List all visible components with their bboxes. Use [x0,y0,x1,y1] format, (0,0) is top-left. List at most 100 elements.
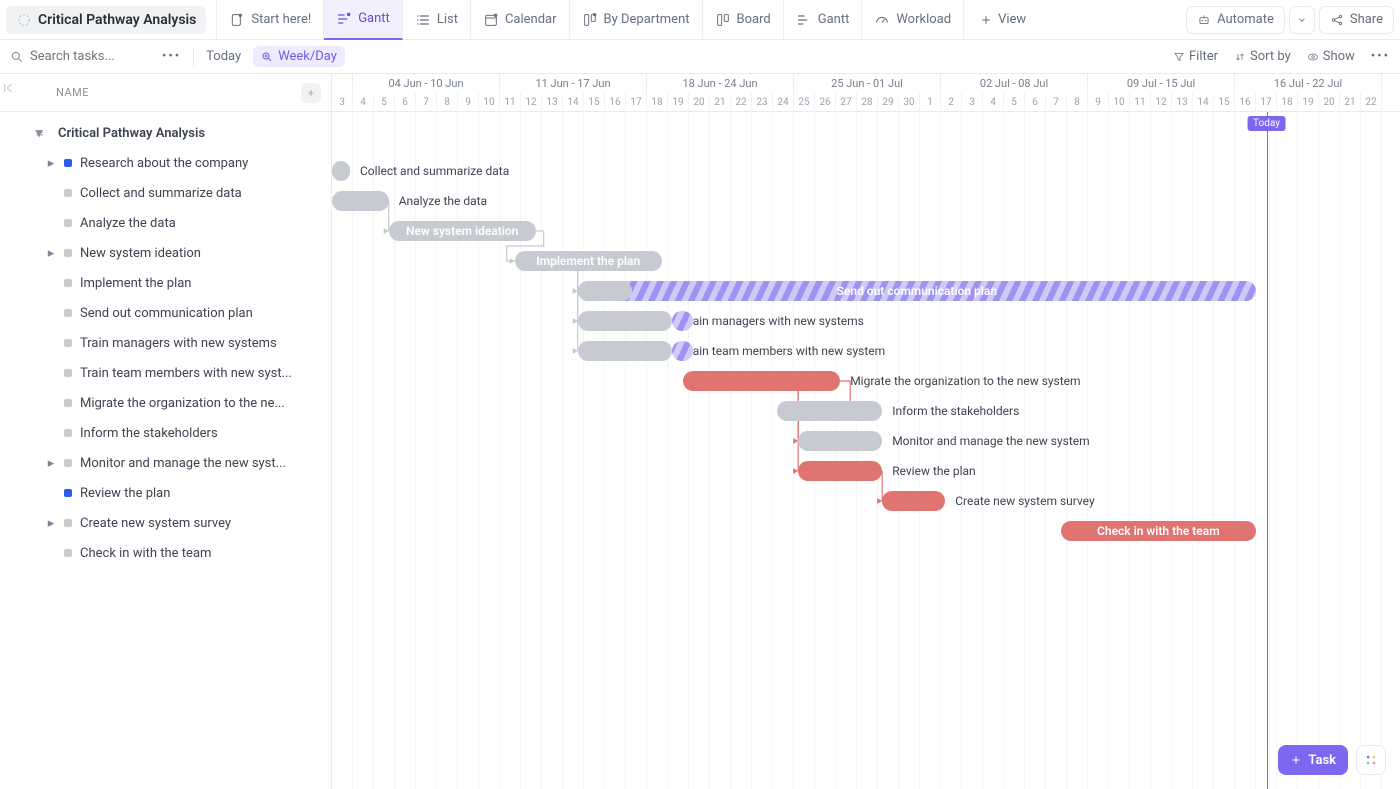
day-header: 18 [1277,93,1298,112]
tree-item[interactable]: Check in with the team [0,538,331,568]
view-gantt2[interactable]: Gantt [784,0,863,40]
gantt-bar[interactable] [578,281,633,301]
day-header: 20 [689,93,710,112]
collapse-sidebar-icon[interactable] [2,80,18,100]
tree-item[interactable]: Train managers with new systems [0,328,331,358]
gantt-bar[interactable]: Collect and summarize data [332,161,350,181]
tree-item[interactable]: Train team members with new syst... [0,358,331,388]
tree-item[interactable]: Collect and summarize data [0,178,331,208]
day-header: 7 [416,93,437,112]
gantt-bar[interactable]: Implement the plan [515,251,662,271]
view-start-here[interactable]: Start here! [216,0,324,40]
view-list[interactable]: List [403,0,471,40]
tree-item[interactable]: ▸Research about the company [0,148,331,178]
day-header: 14 [563,93,584,112]
gantt-bar[interactable] [672,341,693,361]
search-input[interactable] [30,49,150,64]
day-header: 21 [1340,93,1361,112]
search-field[interactable] [10,49,150,64]
gantt-pin-icon [336,11,352,27]
view-more-icon[interactable]: ••• [1371,49,1390,64]
tree-item[interactable]: Analyze the data [0,208,331,238]
day-header: 8 [437,93,458,112]
tree-item[interactable]: Review the plan [0,478,331,508]
day-header: 17 [626,93,647,112]
automate-button[interactable]: Automate [1186,6,1285,34]
today-button[interactable]: Today [206,49,241,64]
day-header: 16 [605,93,626,112]
sortby-button[interactable]: Sort by [1234,49,1291,64]
tree-item[interactable]: Migrate the organization to the ne... [0,388,331,418]
sortby-label: Sort by [1250,49,1291,64]
day-header: 22 [731,93,752,112]
view-gantt-active[interactable]: Gantt [324,0,403,40]
view-label: Gantt [818,12,850,27]
tree-item[interactable]: ▸Monitor and manage the new syst... [0,448,331,478]
gantt-bar[interactable]: Migrate the organization to the new syst… [683,371,841,391]
gantt-bar[interactable]: Monitor and manage the new system [798,431,882,451]
day-header: 10 [479,93,500,112]
zoom-weekday-pill[interactable]: Week/Day [253,46,345,67]
show-button[interactable]: Show [1307,49,1355,64]
zoom-icon [261,51,273,63]
day-header: 20 [1319,93,1340,112]
gantt-bar[interactable]: Check in with the team [1061,521,1256,541]
view-label: By Department [604,12,690,27]
tree-item[interactable]: ▸Create new system survey [0,508,331,538]
view-board[interactable]: Board [703,0,784,40]
day-header: 19 [1298,93,1319,112]
share-icon [1330,13,1344,27]
tree-root[interactable]: ▾≡Critical Pathway Analysis [0,118,331,148]
view-workload[interactable]: Workload [862,0,964,40]
zoom-label: Week/Day [278,49,337,64]
gantt-bar[interactable] [672,311,693,331]
gantt-bar[interactable]: Analyze the data [332,191,389,211]
share-button[interactable]: Share [1319,6,1394,34]
filter-button[interactable]: Filter [1173,49,1218,64]
automate-dropdown[interactable] [1289,6,1315,34]
filter-label: Filter [1189,49,1218,64]
bar-label: Implement the plan [528,254,648,268]
view-by-department[interactable]: By Department [570,0,703,40]
add-view-label: View [998,12,1026,27]
day-header: 2 [941,93,962,112]
new-task-button[interactable]: Task [1278,745,1348,775]
day-header: 27 [836,93,857,112]
gantt-bar[interactable]: Inform the stakeholders [777,401,882,421]
apps-button[interactable] [1356,745,1386,775]
gantt-bar[interactable]: Create new system survey [882,491,945,511]
day-header: 15 [1214,93,1235,112]
tree-item[interactable]: Send out communication plan [0,298,331,328]
day-header: 26 [815,93,836,112]
tree-item[interactable]: ▸New system ideation [0,238,331,268]
doc-pin-icon [229,12,245,28]
gantt-bar[interactable]: Send out communication plan [578,281,1256,301]
tree-item[interactable]: Implement the plan [0,268,331,298]
week-header: 16 Jul - 22 Jul [1235,74,1382,93]
day-header: 9 [458,93,479,112]
gantt-bar[interactable]: New system ideation [389,221,536,241]
gantt-bar[interactable]: Review the plan [798,461,882,481]
search-more-icon[interactable]: ••• [162,49,181,64]
sort-icon [1234,51,1246,63]
add-view-button[interactable]: View [968,12,1038,27]
add-column-button[interactable] [301,83,321,103]
divider [193,48,194,66]
space-selector[interactable]: Critical Pathway Analysis [6,6,206,34]
day-header: 12 [1151,93,1172,112]
day-header: 10 [1109,93,1130,112]
gantt-bar[interactable]: Train managers with new systems [578,311,673,331]
day-header: 24 [773,93,794,112]
day-header: 28 [857,93,878,112]
view-calendar[interactable]: Calendar [471,0,570,40]
day-header: 8 [1067,93,1088,112]
view-label: List [437,12,458,27]
search-icon [10,50,24,64]
week-header: 04 Jun - 10 Jun [353,74,500,93]
tree-item[interactable]: Inform the stakeholders [0,418,331,448]
gantt-bar[interactable]: Train team members with new system [578,341,673,361]
day-header: 17 [1256,93,1277,112]
week-header: 09 Jul - 15 Jul [1088,74,1235,93]
day-header: 5 [374,93,395,112]
day-header: 5 [1004,93,1025,112]
